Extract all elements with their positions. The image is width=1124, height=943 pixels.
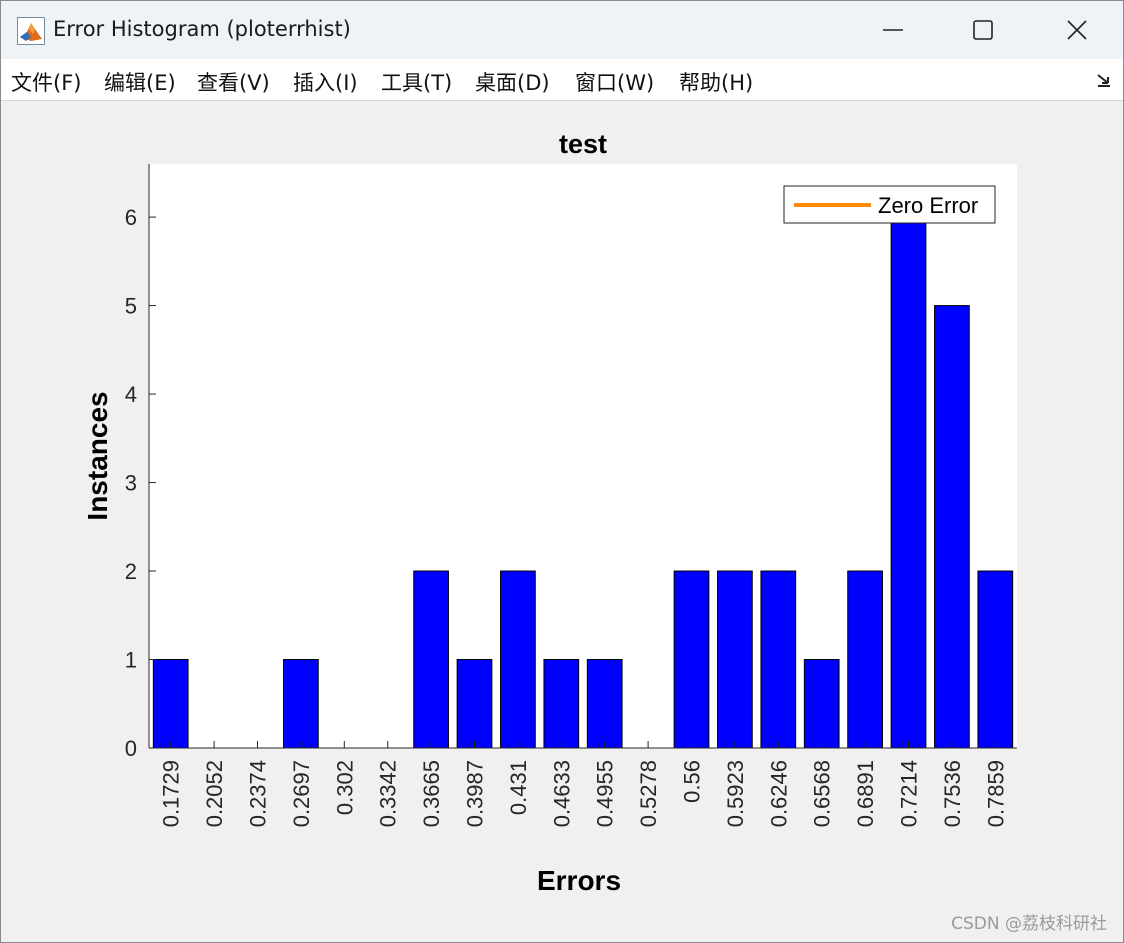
menu-tools[interactable]: 工具(T) bbox=[381, 67, 452, 97]
chart-title: test bbox=[559, 129, 607, 159]
x-tick-label: 0.4633 bbox=[549, 760, 574, 827]
x-tick-label: 0.1729 bbox=[159, 760, 184, 827]
menu-bar: 文件(F) 编辑(E) 查看(V) 插入(I) 工具(T) 桌面(D) 窗口(W… bbox=[1, 59, 1123, 101]
x-tick-label: 0.6891 bbox=[853, 760, 878, 827]
histogram-bar bbox=[803, 659, 840, 749]
x-tick-label: 0.6246 bbox=[766, 760, 791, 827]
histogram-bar bbox=[152, 659, 189, 749]
menu-file[interactable]: 文件(F) bbox=[11, 67, 81, 97]
x-tick-label: 0.7859 bbox=[983, 760, 1008, 827]
x-tick-label: 0.5923 bbox=[723, 760, 748, 827]
x-tick-label: 0.7214 bbox=[897, 760, 922, 827]
x-tick-label: 0.2374 bbox=[246, 760, 271, 827]
minimize-button[interactable] bbox=[847, 1, 939, 59]
histogram-bar bbox=[456, 659, 493, 749]
plot-area bbox=[149, 164, 1017, 748]
histogram-bar bbox=[543, 659, 580, 749]
histogram-bar bbox=[283, 659, 319, 749]
histogram-bar bbox=[847, 570, 883, 749]
histogram-bar bbox=[717, 570, 753, 749]
maximize-icon bbox=[973, 20, 993, 40]
title-bar[interactable]: Error Histogram (ploterrhist) bbox=[1, 1, 1123, 59]
x-tick-label: 0.6568 bbox=[810, 760, 835, 827]
y-tick-label: 1 bbox=[125, 648, 137, 673]
histogram-bar bbox=[934, 305, 970, 749]
figure-area: 0.1729 0.2052 0.2374 0.2697 0.302 0.3342 0.366… bbox=[1, 101, 1123, 942]
maximize-button[interactable] bbox=[937, 1, 1029, 59]
y-tick-label: 5 bbox=[125, 294, 137, 319]
x-tick-label: 0.5278 bbox=[636, 760, 661, 827]
x-tick-label: 0.302 bbox=[332, 760, 357, 815]
histogram-bar bbox=[760, 570, 797, 749]
x-tick-label: 0.431 bbox=[506, 760, 531, 815]
matlab-icon bbox=[17, 17, 45, 45]
menu-edit[interactable]: 编辑(E) bbox=[104, 67, 176, 97]
y-tick-label: 4 bbox=[125, 382, 137, 407]
menu-desktop[interactable]: 桌面(D) bbox=[475, 67, 550, 97]
x-tick-label: 0.3665 bbox=[419, 760, 444, 827]
y-axis-label: Instances bbox=[82, 391, 113, 520]
x-tick-label: 0.56 bbox=[680, 760, 705, 803]
menu-window[interactable]: 窗口(W) bbox=[575, 67, 654, 97]
window-title: Error Histogram (ploterrhist) bbox=[53, 17, 351, 41]
close-icon bbox=[1067, 20, 1087, 40]
histogram-bar bbox=[890, 216, 927, 749]
minimize-icon bbox=[883, 29, 903, 31]
histogram-bar bbox=[586, 659, 623, 749]
x-tick-label: 0.4955 bbox=[593, 760, 618, 827]
x-axis-label: Errors bbox=[537, 865, 621, 896]
histogram-bar bbox=[673, 570, 710, 749]
histogram-chart: 0.1729 0.2052 0.2374 0.2697 0.302 0.3342 0.366… bbox=[82, 129, 1017, 896]
x-tick-label: 0.2697 bbox=[289, 760, 314, 827]
menu-view[interactable]: 查看(V) bbox=[197, 67, 270, 97]
dock-arrow-icon[interactable] bbox=[1095, 71, 1113, 89]
histogram-bar bbox=[977, 570, 1014, 749]
x-tick-label: 0.3342 bbox=[376, 760, 401, 827]
y-tick-label: 2 bbox=[125, 559, 137, 584]
x-tick-label: 0.2052 bbox=[202, 760, 227, 827]
legend-label: Zero Error bbox=[878, 193, 978, 218]
y-tick-label: 3 bbox=[125, 471, 137, 496]
histogram-bar bbox=[500, 570, 536, 749]
y-tick-label: 6 bbox=[125, 205, 137, 230]
x-tick-label: 0.7536 bbox=[940, 760, 965, 827]
histogram-bar bbox=[413, 570, 449, 749]
x-tick-label: 0.3987 bbox=[463, 760, 488, 827]
close-button[interactable] bbox=[1031, 1, 1123, 59]
watermark: CSDN @荔枝科研社 bbox=[951, 914, 1107, 934]
figure-window: Error Histogram (ploterrhist) 文件(F) 编辑(E… bbox=[0, 0, 1124, 943]
y-tick-label: 0 bbox=[125, 736, 137, 761]
menu-help[interactable]: 帮助(H) bbox=[679, 67, 753, 97]
menu-insert[interactable]: 插入(I) bbox=[293, 67, 358, 97]
